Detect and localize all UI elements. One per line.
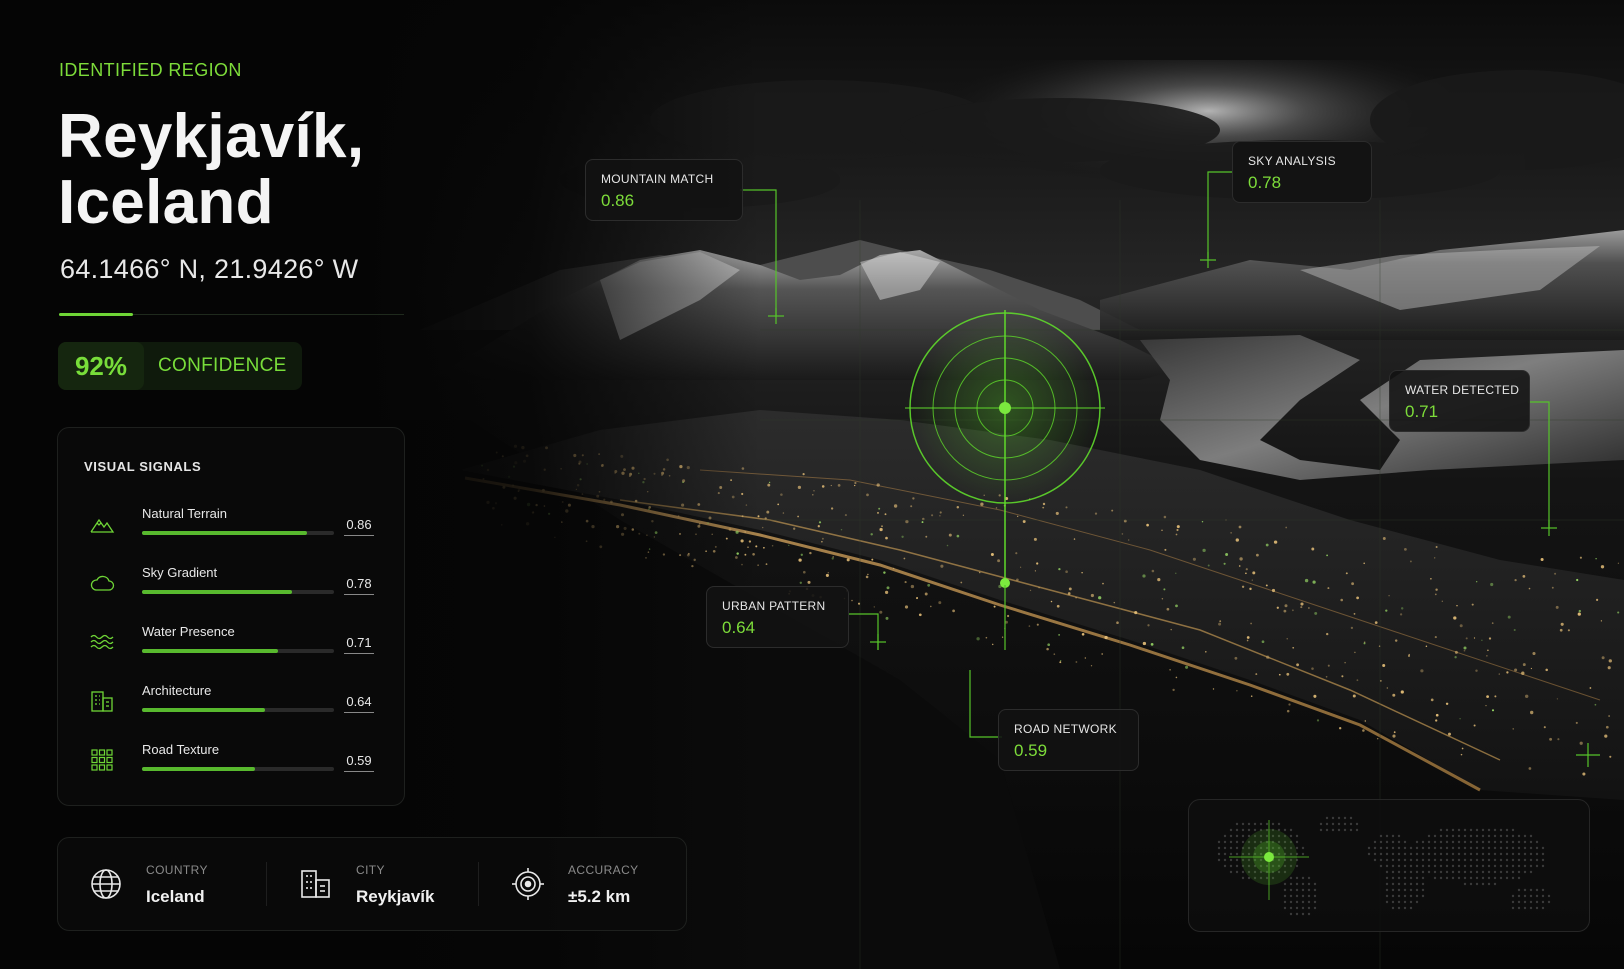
signal-bar-track	[142, 590, 334, 594]
signal-bar-track	[142, 649, 334, 653]
tag-water-detected: WATER DETECTED 0.71	[1389, 370, 1530, 432]
info-separator	[266, 862, 267, 906]
city-label: CITY	[356, 863, 385, 877]
city-icon	[301, 870, 330, 898]
visual-signals-title: VISUAL SIGNALS	[84, 459, 202, 474]
location-marker-icon	[1264, 852, 1274, 862]
tag-label: SKY ANALYSIS	[1248, 154, 1336, 168]
tag-mountain-match: MOUNTAIN MATCH 0.86	[585, 159, 743, 221]
city-value: Reykjavík	[356, 887, 435, 906]
signal-bar-fill	[142, 767, 256, 771]
signal-value: 0.59	[344, 753, 374, 772]
tag-label: URBAN PATTERN	[722, 599, 826, 613]
country-value: Iceland	[146, 887, 205, 906]
location-title: Reykjavík, Iceland	[58, 104, 364, 236]
signal-row-sky-gradient: Sky Gradient 0.78	[58, 565, 404, 615]
location-info-bar: COUNTRY Iceland CITY Reykjavík ACCURACY …	[57, 837, 687, 931]
signal-value: 0.64	[344, 694, 374, 713]
country-label: COUNTRY	[146, 863, 208, 877]
confidence-label: CONFIDENCE	[158, 355, 287, 376]
tag-value: 0.78	[1248, 173, 1282, 192]
tag-sky-analysis: SKY ANALYSIS 0.78	[1232, 141, 1372, 203]
grid-icon	[91, 749, 113, 771]
location-title-line2: Iceland	[58, 168, 274, 237]
confidence-value: 92%	[58, 342, 144, 390]
globe-icon	[91, 869, 121, 899]
signal-row-water-presence: Water Presence 0.71	[58, 624, 404, 674]
confidence-badge: 92% CONFIDENCE	[58, 342, 302, 390]
tag-label: WATER DETECTED	[1405, 383, 1520, 397]
world-minimap[interactable]	[1188, 799, 1590, 932]
tag-value: 0.59	[1014, 741, 1048, 760]
info-separator	[478, 862, 479, 906]
signal-label: Architecture	[142, 683, 212, 698]
tag-value: 0.71	[1405, 402, 1439, 421]
signal-row-natural-terrain: Natural Terrain 0.86	[58, 506, 404, 556]
signal-value: 0.78	[344, 576, 374, 595]
location-title-line1: Reykjavík,	[58, 102, 365, 171]
accuracy-value: ±5.2 km	[568, 887, 631, 906]
tag-label: MOUNTAIN MATCH	[601, 172, 714, 186]
signal-bar-track	[142, 531, 334, 535]
signal-row-architecture: Architecture 0.64	[58, 683, 404, 733]
signal-label: Sky Gradient	[142, 565, 218, 580]
signal-value: 0.71	[344, 635, 374, 654]
signal-bar-fill	[142, 649, 279, 653]
tag-value: 0.64	[722, 618, 756, 637]
mountain-icon	[90, 518, 115, 533]
signal-label: Natural Terrain	[142, 506, 228, 521]
signal-bar-track	[142, 708, 334, 712]
tag-label: ROAD NETWORK	[1014, 722, 1117, 736]
accuracy-label: ACCURACY	[568, 863, 639, 877]
world-map-graphic	[1217, 816, 1551, 916]
tag-road-network: ROAD NETWORK 0.59	[998, 709, 1139, 771]
tag-urban-pattern: URBAN PATTERN 0.64	[706, 586, 849, 648]
signal-row-road-texture: Road Texture 0.59	[58, 742, 404, 792]
signal-label: Water Presence	[142, 624, 235, 639]
signal-label: Road Texture	[142, 742, 220, 757]
app-canvas: IDENTIFIED REGION Reykjavík, Iceland 64.…	[0, 0, 1624, 969]
visual-signals-panel: VISUAL SIGNALS Natural Terrain 0.86 Sky …	[57, 427, 405, 806]
waves-icon	[90, 634, 114, 650]
divider-accent	[59, 313, 133, 316]
cloud-icon	[90, 575, 115, 591]
signal-bar-fill	[142, 531, 308, 535]
signal-bar-fill	[142, 708, 265, 712]
coordinates-text: 64.1466° N, 21.9426° W	[60, 254, 359, 284]
signal-bar-track	[142, 767, 334, 771]
signal-bar-fill	[142, 590, 292, 594]
tag-value: 0.86	[601, 191, 635, 210]
signal-value: 0.86	[344, 517, 374, 536]
identified-region-label: IDENTIFIED REGION	[59, 60, 242, 80]
target-icon	[512, 868, 544, 900]
building-icon	[91, 691, 113, 712]
